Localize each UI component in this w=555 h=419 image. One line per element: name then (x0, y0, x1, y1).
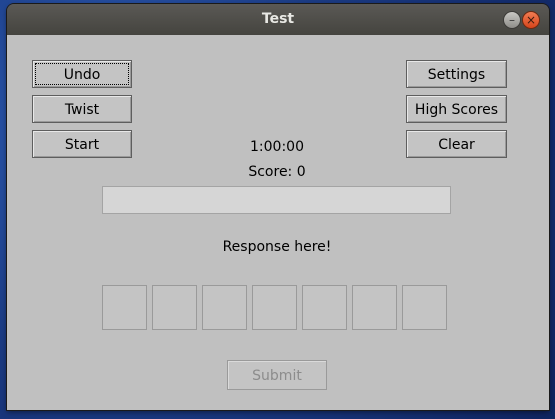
window-title: Test (261, 11, 295, 27)
letter-tile[interactable] (252, 285, 297, 330)
score-label: Score: 0 (248, 164, 306, 180)
letter-tile[interactable] (352, 285, 397, 330)
minimize-icon[interactable]: – (503, 11, 521, 29)
clear-button[interactable]: Clear (406, 130, 507, 158)
close-icon[interactable]: × (522, 11, 540, 29)
response-label: Response here! (222, 239, 332, 255)
submit-button[interactable]: Submit (227, 360, 327, 390)
letter-tile[interactable] (302, 285, 347, 330)
settings-button[interactable]: Settings (406, 60, 507, 88)
twist-button[interactable]: Twist (32, 95, 132, 123)
title-bar[interactable]: Test – × (7, 4, 549, 36)
word-entry-field[interactable] (102, 186, 451, 214)
game-panel: Undo Twist Start Settings High Scores Cl… (7, 35, 549, 410)
start-button[interactable]: Start (32, 130, 132, 158)
letter-tile[interactable] (102, 285, 147, 330)
letter-tile[interactable] (152, 285, 197, 330)
high-scores-button[interactable]: High Scores (406, 95, 507, 123)
letter-tile[interactable] (402, 285, 447, 330)
letter-tile[interactable] (202, 285, 247, 330)
app-window: Test – × Undo Twist Start Settings High … (7, 4, 549, 410)
timer-label: 1:00:00 (250, 139, 304, 155)
undo-button[interactable]: Undo (32, 60, 132, 88)
